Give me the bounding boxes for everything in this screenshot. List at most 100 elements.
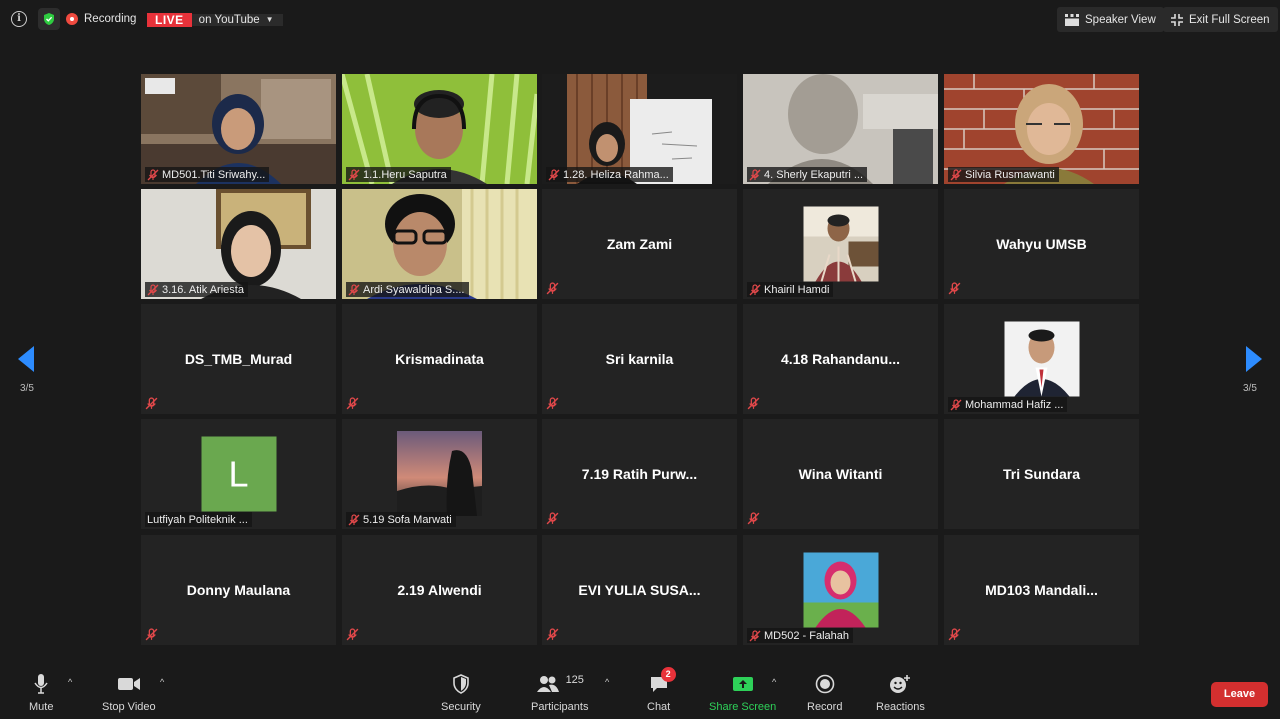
participant-tile[interactable]: Ardi Syawaldipa S....	[342, 189, 537, 299]
security-label: Security	[441, 701, 481, 713]
participant-name-label: Lutfiyah Politeknik ...	[145, 512, 252, 527]
participant-display-name: MD103 Mandali...	[985, 582, 1098, 598]
participant-tile[interactable]: Silvia Rusmawanti	[944, 74, 1139, 184]
muted-mic-icon	[546, 282, 559, 295]
recording-indicator[interactable]: Recording	[66, 7, 136, 31]
participant-tile[interactable]: DS_TMB_Murad	[141, 304, 336, 414]
share-options-chevron-icon[interactable]: ^	[772, 677, 776, 687]
muted-mic-icon	[749, 629, 761, 641]
participant-name: Lutfiyah Politeknik ...	[147, 513, 248, 526]
participant-tile[interactable]: 7.19 Ratih Purw...	[542, 419, 737, 529]
participant-name-label: Ardi Syawaldipa S....	[346, 282, 469, 297]
participant-name-label: Mohammad Hafiz ...	[948, 397, 1068, 412]
youtube-dropdown[interactable]: on YouTube ▼	[191, 13, 283, 26]
participant-tile[interactable]: Tri Sundara	[944, 419, 1139, 529]
participant-display-name: Zam Zami	[606, 236, 673, 252]
record-label: Record	[807, 701, 843, 713]
muted-mic-icon	[749, 283, 761, 295]
record-button[interactable]: Record	[807, 671, 842, 713]
participant-tile[interactable]: MD103 Mandali...	[944, 535, 1139, 645]
participant-tile[interactable]: L Lutfiyah Politeknik ...	[141, 419, 336, 529]
participant-tile[interactable]: 2.19 Alwendi	[342, 535, 537, 645]
participant-name: 3.16. Atik Ariesta	[162, 283, 244, 296]
participant-display-name: Tri Sundara	[1002, 466, 1081, 482]
participant-tile[interactable]: Donny Maulana	[141, 535, 336, 645]
muted-mic-icon	[546, 512, 559, 525]
muted-mic-icon	[346, 397, 359, 410]
participant-name: Silvia Rusmawanti	[965, 168, 1055, 181]
muted-mic-icon	[147, 283, 159, 295]
participant-display-name: DS_TMB_Murad	[184, 351, 293, 367]
participant-tile[interactable]: MD502 - Falahah	[743, 535, 938, 645]
participant-tile[interactable]: 1.28. Heliza Rahma...	[542, 74, 737, 184]
security-button[interactable]: Security	[441, 671, 481, 713]
avatar-initial: L	[201, 436, 276, 512]
youtube-label: on YouTube	[198, 13, 260, 26]
live-badge: LIVE	[147, 12, 192, 27]
muted-mic-icon	[346, 628, 359, 641]
participants-count: 125	[565, 674, 584, 686]
security-shield-icon[interactable]	[38, 8, 60, 30]
mute-label: Mute	[29, 701, 54, 713]
participants-icon	[536, 676, 559, 692]
leave-meeting-button[interactable]: Leave	[1211, 682, 1268, 707]
muted-mic-icon	[145, 397, 158, 410]
participant-tile[interactable]: 5.19 Sofa Marwati	[342, 419, 537, 529]
muted-mic-icon	[348, 283, 360, 295]
muted-mic-icon	[948, 628, 961, 641]
participant-display-name: Wina Witanti	[798, 466, 883, 482]
participant-tile[interactable]: Wahyu UMSB	[944, 189, 1139, 299]
speaker-view-label: Speaker View	[1085, 13, 1156, 26]
participant-display-name: Donny Maulana	[186, 582, 291, 598]
participant-name: Mohammad Hafiz ...	[965, 398, 1064, 411]
muted-mic-icon	[145, 628, 158, 641]
participant-tile[interactable]: EVI YULIA SUSA...	[542, 535, 737, 645]
participant-name-label: 5.19 Sofa Marwati	[346, 512, 456, 527]
reactions-button[interactable]: Reactions	[876, 671, 925, 713]
participant-tile[interactable]: 1.1.Heru Saputra	[342, 74, 537, 184]
mute-button[interactable]: Mute	[29, 671, 53, 713]
audio-options-chevron-icon[interactable]: ^	[68, 677, 72, 687]
video-options-chevron-icon[interactable]: ^	[160, 677, 164, 687]
previous-page-arrow-icon[interactable]	[18, 346, 34, 372]
chat-unread-badge: 2	[660, 667, 676, 682]
participant-tile[interactable]: Khairil Hamdi	[743, 189, 938, 299]
exit-full-screen-button[interactable]: Exit Full Screen	[1163, 7, 1278, 32]
live-stream-control[interactable]: LIVE on YouTube ▼	[147, 7, 283, 32]
record-icon	[815, 674, 835, 694]
participants-options-chevron-icon[interactable]: ^	[605, 677, 609, 687]
profile-photo	[803, 206, 878, 282]
chat-button[interactable]: 2 Chat	[647, 667, 676, 713]
participant-tile[interactable]: MD501.Titi Sriwahy...	[141, 74, 336, 184]
muted-mic-icon	[747, 397, 760, 410]
muted-mic-icon	[147, 168, 159, 180]
participant-tile[interactable]: Wina Witanti	[743, 419, 938, 529]
participant-tile[interactable]: Mohammad Hafiz ...	[944, 304, 1139, 414]
muted-mic-icon	[950, 398, 962, 410]
participant-name: Khairil Hamdi	[764, 283, 830, 296]
participant-name-label: Khairil Hamdi	[747, 282, 834, 297]
participant-tile[interactable]: Sri karnila	[542, 304, 737, 414]
share-screen-button[interactable]: Share Screen	[709, 671, 776, 713]
participant-tile[interactable]: Krismadinata	[342, 304, 537, 414]
stop-video-button[interactable]: Stop Video	[102, 671, 156, 713]
participant-name: 1.28. Heliza Rahma...	[563, 168, 669, 181]
profile-photo	[397, 431, 482, 516]
participants-button[interactable]: 125 Participants	[531, 671, 588, 713]
meeting-controls-toolbar: Mute ^ Stop Video ^ Security 125 Partici…	[0, 663, 1280, 719]
next-page-arrow-icon[interactable]	[1246, 346, 1262, 372]
participant-tile[interactable]: 4. Sherly Ekaputri ...	[743, 74, 938, 184]
participant-tile[interactable]: Zam Zami	[542, 189, 737, 299]
muted-mic-icon	[546, 397, 559, 410]
muted-mic-icon	[749, 168, 761, 180]
muted-mic-icon	[348, 168, 360, 180]
participant-tile[interactable]: 3.16. Atik Ariesta	[141, 189, 336, 299]
profile-photo	[1004, 321, 1079, 397]
info-icon[interactable]: i	[8, 7, 30, 31]
muted-mic-icon	[950, 168, 962, 180]
participant-name: MD502 - Falahah	[764, 629, 849, 642]
speaker-view-button[interactable]: Speaker View	[1057, 7, 1164, 32]
participant-tile[interactable]: 4.18 Rahandanu...	[743, 304, 938, 414]
exit-fullscreen-label: Exit Full Screen	[1189, 13, 1270, 26]
shield-icon	[453, 674, 469, 694]
